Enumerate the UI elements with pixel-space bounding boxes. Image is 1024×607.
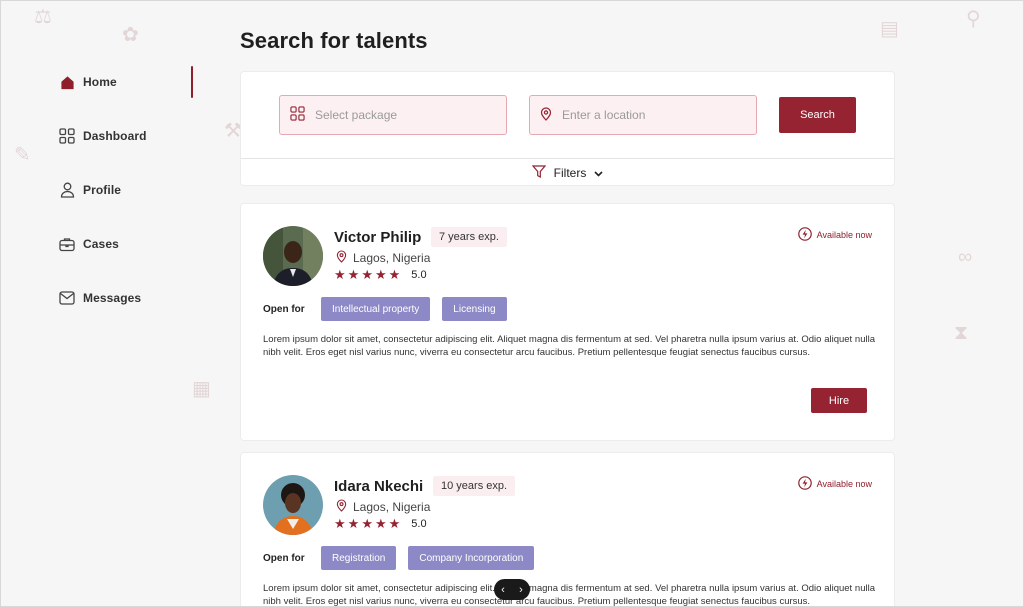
location-input[interactable]: Enter a location bbox=[529, 95, 757, 135]
hire-button[interactable]: Hire bbox=[811, 388, 867, 413]
talent-location-text: Lagos, Nigeria bbox=[353, 251, 431, 265]
practice-tag[interactable]: Registration bbox=[321, 546, 397, 570]
sidebar-item-profile[interactable]: Profile bbox=[58, 177, 198, 203]
rating-stars: ★ ★ ★ ★ ★ 5.0 bbox=[334, 517, 427, 531]
active-indicator bbox=[191, 66, 193, 98]
decor-hourglass-icon: ⧗ bbox=[954, 322, 969, 344]
experience-badge: 10 years exp. bbox=[433, 476, 516, 496]
star-icon: ★ bbox=[374, 267, 387, 282]
chevron-right-icon[interactable]: › bbox=[519, 584, 523, 596]
practice-tags: Registration Company Incorporation bbox=[321, 546, 535, 570]
star-icon: ★ bbox=[334, 516, 346, 531]
experience-badge: 7 years exp. bbox=[431, 227, 507, 247]
decor-handcuffs-icon: ∞ bbox=[958, 246, 973, 268]
practice-tag[interactable]: Licensing bbox=[442, 297, 507, 321]
package-select-placeholder: Select package bbox=[315, 108, 398, 122]
location-pin-icon bbox=[336, 250, 347, 266]
avatar bbox=[263, 475, 323, 535]
talent-location: Lagos, Nigeria bbox=[336, 499, 430, 515]
page-title: Search for talents bbox=[240, 28, 428, 53]
avatar bbox=[263, 226, 323, 286]
briefcase-icon bbox=[58, 235, 76, 253]
rating-value: 5.0 bbox=[411, 518, 427, 530]
star-icon: ★ bbox=[347, 516, 360, 531]
location-pin-icon bbox=[540, 106, 552, 124]
chevron-down-icon bbox=[594, 166, 603, 180]
star-icon: ★ bbox=[374, 516, 387, 531]
location-pin-icon bbox=[336, 499, 347, 515]
talent-name: Idara Nkechi bbox=[334, 478, 424, 495]
sidebar-item-home[interactable]: Home bbox=[58, 69, 198, 95]
availability-status: Available now bbox=[797, 227, 872, 243]
decor-magnifier-icon: ⚲ bbox=[966, 8, 981, 30]
practice-tag[interactable]: Company Incorporation bbox=[408, 546, 535, 570]
grid-icon bbox=[290, 106, 305, 124]
talent-location-text: Lagos, Nigeria bbox=[353, 500, 431, 514]
rating-stars: ★ ★ ★ ★ ★ 5.0 bbox=[334, 268, 427, 282]
grid-icon bbox=[58, 127, 76, 145]
home-icon bbox=[58, 73, 76, 91]
chevron-left-icon[interactable]: ‹ bbox=[501, 584, 505, 596]
sidebar-item-label: Messages bbox=[83, 291, 142, 305]
sidebar-item-label: Cases bbox=[83, 237, 119, 251]
talent-description: Lorem ipsum dolor sit amet, consectetur … bbox=[263, 583, 875, 607]
filter-icon bbox=[531, 164, 546, 181]
sidebar-item-dashboard[interactable]: Dashboard bbox=[58, 123, 198, 149]
lightning-icon bbox=[797, 476, 812, 492]
user-icon bbox=[58, 181, 76, 199]
star-icon: ★ bbox=[347, 267, 360, 282]
availability-text: Available now bbox=[816, 479, 872, 489]
availability-status: Available now bbox=[797, 476, 872, 492]
star-icon: ★ bbox=[388, 516, 401, 531]
filters-label: Filters bbox=[553, 165, 587, 180]
carousel-pager: ‹ › bbox=[494, 579, 530, 600]
star-icon: ★ bbox=[361, 267, 373, 282]
open-for-label: Open for bbox=[263, 553, 305, 564]
star-icon: ★ bbox=[361, 516, 373, 531]
star-icon: ★ bbox=[388, 267, 401, 282]
decor-book-icon: ▤ bbox=[880, 18, 899, 40]
star-icon: ★ bbox=[334, 267, 346, 282]
talent-description: Lorem ipsum dolor sit amet, consectetur … bbox=[263, 334, 875, 358]
search-button[interactable]: Search bbox=[779, 97, 856, 133]
filters-toggle[interactable]: Filters bbox=[241, 158, 894, 186]
sidebar-item-cases[interactable]: Cases bbox=[58, 231, 198, 257]
talent-location: Lagos, Nigeria bbox=[336, 250, 430, 266]
sidebar-item-messages[interactable]: Messages bbox=[58, 285, 198, 311]
sidebar-item-label: Dashboard bbox=[83, 129, 147, 143]
sidebar-item-label: Profile bbox=[83, 183, 122, 197]
talent-name: Victor Philip bbox=[334, 229, 422, 246]
talent-card: Idara Nkechi 10 years exp. Lagos, Nigeri… bbox=[240, 452, 895, 607]
open-for-label: Open for bbox=[263, 304, 305, 315]
availability-text: Available now bbox=[816, 230, 872, 240]
rating-value: 5.0 bbox=[411, 269, 427, 281]
sidebar-item-label: Home bbox=[83, 75, 117, 89]
practice-tag[interactable]: Intellectual property bbox=[321, 297, 431, 321]
lightning-icon bbox=[797, 227, 812, 243]
mail-icon bbox=[58, 289, 76, 307]
practice-tags: Intellectual property Licensing bbox=[321, 297, 507, 321]
sidebar: Home Dashboard Profile Cases Messages bbox=[0, 0, 200, 607]
talent-card: Victor Philip 7 years exp. Lagos, Nigeri… bbox=[240, 203, 895, 441]
location-input-placeholder: Enter a location bbox=[562, 108, 646, 122]
search-panel: Select package Enter a location Search F… bbox=[240, 71, 895, 186]
package-select[interactable]: Select package bbox=[279, 95, 507, 135]
